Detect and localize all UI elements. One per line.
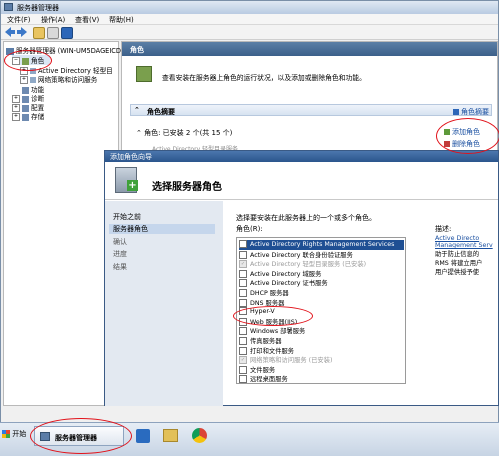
title-bar[interactable]: 服务器管理器 (1, 1, 498, 14)
wizard-steps: 开始之前 服务器角色 确认 进度 结果 (105, 201, 223, 406)
menu-help[interactable]: 帮助(H) (109, 15, 134, 25)
annotation-web-server (233, 306, 313, 326)
role-checkbox[interactable] (239, 240, 247, 248)
roles-summary-bar: ⌃ 角色摘要 角色摘要 (130, 104, 492, 116)
role-item[interactable]: Active Directory 证书服务 (239, 278, 404, 288)
role-label: 传真服务器 (250, 338, 282, 345)
role-checkbox[interactable] (239, 289, 247, 297)
dialog-title-bar[interactable]: 添加角色向导 (105, 151, 498, 162)
app-icon (4, 3, 13, 11)
add-roles-wizard: 添加角色向导 + 选择服务器角色 开始之前 服务器角色 确认 进度 结果 选择要… (104, 150, 499, 406)
annotation-roles (4, 50, 52, 71)
dialog-header-title: 选择服务器角色 (152, 182, 222, 193)
role-item[interactable]: 远程桌面服务 (239, 374, 404, 384)
annotation-taskbar-app (30, 418, 132, 454)
role-label: 远程桌面服务 (250, 376, 288, 384)
windows-logo-icon (2, 430, 10, 438)
description-panel: Active Directo Management Serv 助于防止信息的 R… (435, 235, 498, 295)
role-item[interactable]: Active Directory 域服务 (239, 269, 404, 279)
role-label: Active Directory 域服务 (250, 270, 322, 278)
dialog-header: + 选择服务器角色 (105, 162, 498, 200)
content-header: 角色 (122, 42, 497, 56)
role-label: Active Directory 轻型目录服务 (已安装) (250, 261, 367, 269)
chrome-icon[interactable] (192, 428, 207, 443)
description-link-line-2[interactable]: Management Serv (435, 242, 498, 249)
collapse-icon[interactable]: ⌃ (136, 129, 144, 137)
role-checkbox[interactable] (239, 337, 247, 345)
role-label: Active Directory 证书服务 (250, 280, 328, 288)
navigation-tree: 服务器管理器 (WIN-UM5DAGEICD − 角色 + Active Direc… (3, 41, 121, 406)
role-item: ✓ Active Directory 轻型目录服务 (已安装) (239, 259, 404, 269)
menu-bar: 文件(F) 操作(A) 查看(V) 帮助(H) (1, 14, 498, 25)
add-plus-icon: + (127, 180, 138, 191)
annotation-add-roles (436, 118, 499, 154)
folder-icon[interactable] (33, 27, 45, 39)
role-checkbox[interactable] (239, 327, 247, 336)
tree-item-storage[interactable]: + 存储 (12, 111, 44, 121)
description-label: 描述: (435, 225, 452, 233)
step-progress[interactable]: 进度 (113, 249, 127, 259)
powershell-icon[interactable] (136, 429, 150, 443)
menu-action[interactable]: 操作(A) (41, 15, 65, 25)
role-item[interactable]: DHCP 服务器 (239, 288, 404, 298)
role-item[interactable]: 文件服务 (239, 365, 404, 375)
forward-icon[interactable] (17, 27, 27, 37)
roles-large-icon (136, 66, 152, 82)
role-checkbox[interactable] (239, 346, 247, 355)
roles-installed-line: ⌃ 角色: 已安装 2 个(共 15 个) (136, 129, 233, 137)
menu-file[interactable]: 文件(F) (7, 15, 31, 25)
role-item[interactable]: 打印和文件服务 (239, 346, 404, 356)
role-label: Active Directory 联合身份验证服务 (250, 251, 353, 259)
role-label: 文件服务 (250, 366, 276, 374)
role-item[interactable]: Active Directory 联合身份验证服务 (239, 250, 404, 260)
role-checkbox[interactable] (239, 279, 247, 288)
storage-icon (22, 113, 29, 121)
step-server-roles[interactable]: 服务器角色 (109, 224, 215, 234)
role-label: 网络策略和访问服务 (已安装) (250, 357, 333, 365)
collapse-icon[interactable]: ⌃ (134, 106, 140, 114)
help-icon (453, 109, 459, 115)
explorer-folder-icon[interactable] (163, 429, 178, 442)
roles-instruction: 选择要安装在此服务器上的一个或多个角色。 (236, 214, 376, 222)
properties-icon[interactable] (47, 27, 59, 39)
role-checkbox[interactable] (239, 298, 247, 307)
role-label: 打印和文件服务 (250, 347, 295, 355)
description-link-line-1[interactable]: Active Directo (435, 235, 498, 242)
step-confirmation[interactable]: 确认 (113, 237, 127, 247)
back-icon[interactable] (5, 27, 15, 37)
menu-view[interactable]: 查看(V) (75, 15, 99, 25)
role-checkbox[interactable] (239, 269, 247, 278)
role-checkbox[interactable] (239, 250, 247, 259)
role-label: Active Directory Rights Management Servi… (250, 241, 395, 248)
window-title: 服务器管理器 (17, 4, 59, 12)
role-checkbox[interactable] (239, 375, 247, 383)
role-item: ✓ 网络策略和访问服务 (已安装) (239, 355, 404, 365)
start-label: 开始 (12, 430, 27, 438)
step-results[interactable]: 结果 (113, 262, 127, 272)
role-checkbox[interactable] (239, 365, 247, 374)
role-checkbox: ✓ (239, 260, 247, 269)
start-button[interactable]: 开始 (2, 429, 28, 443)
toolbar (1, 25, 498, 40)
network-icon (30, 77, 36, 83)
help-icon[interactable] (61, 27, 73, 39)
role-checkbox: ✓ (239, 356, 247, 365)
description-line-3: 助于防止信息的 (435, 251, 480, 258)
description-line-5: 用户提供授予使 (435, 269, 480, 276)
roles-label: 角色(R): (236, 225, 263, 233)
role-item[interactable]: 传真服务器 (239, 336, 404, 346)
role-label: Windows 部署服务 (250, 328, 306, 336)
summary-title: 角色摘要 (147, 108, 175, 116)
content-description: 查看安装在服务器上角色的运行状况，以及添加或删除角色和功能。 (162, 74, 366, 82)
role-label: DHCP 服务器 (250, 290, 289, 297)
step-before-you-begin[interactable]: 开始之前 (113, 212, 141, 222)
role-item[interactable]: Active Directory Rights Management Servi… (239, 240, 404, 250)
dialog-title: 添加角色向导 (110, 153, 152, 161)
tree-item-nps[interactable]: + 网络策略和访问服务 (20, 74, 97, 84)
summary-help-link[interactable]: 角色摘要 (453, 107, 489, 117)
role-item[interactable]: Windows 部署服务 (239, 326, 404, 336)
description-line-4: RMS 将建立用户 (435, 260, 483, 267)
